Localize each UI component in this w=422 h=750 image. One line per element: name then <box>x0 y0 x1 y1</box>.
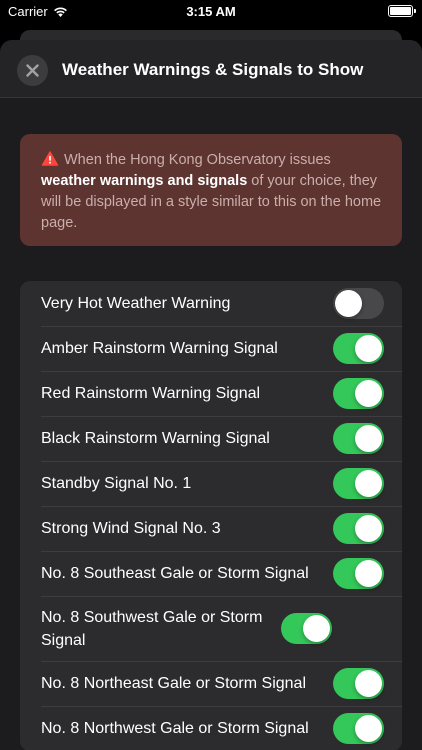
toggle-row-label: Red Rainstorm Warning Signal <box>41 385 261 402</box>
status-bar: Carrier 3:15 AM <box>0 0 422 24</box>
status-time: 3:15 AM <box>186 4 236 19</box>
toggle-switch[interactable] <box>333 713 384 744</box>
warnings-toggle-list: Very Hot Weather Warning Amber Rainstorm… <box>20 281 402 750</box>
toggle-row-red-rainstorm[interactable]: Red Rainstorm Warning Signal <box>20 371 402 416</box>
toggle-row-signal-8-southeast[interactable]: No. 8 Southeast Gale or Storm Signal <box>20 551 402 596</box>
toggle-knob <box>355 425 382 452</box>
page-title: Weather Warnings & Signals to Show <box>62 60 364 79</box>
toggle-row-label: No. 8 Northeast Gale or Storm Signal <box>41 675 307 692</box>
toggle-knob <box>355 470 382 497</box>
toggle-row-label: Strong Wind Signal No. 3 <box>41 520 221 537</box>
toggle-knob <box>355 560 382 587</box>
toggle-knob <box>355 715 382 742</box>
toggle-switch[interactable] <box>333 668 384 699</box>
toggle-switch[interactable] <box>333 378 384 409</box>
toggle-row-black-rainstorm[interactable]: Black Rainstorm Warning Signal <box>20 416 402 461</box>
toggle-row-label: Amber Rainstorm Warning Signal <box>41 340 278 357</box>
toggle-row-strong-wind-signal-3[interactable]: Strong Wind Signal No. 3 <box>20 506 402 551</box>
toggle-row-amber-rainstorm[interactable]: Amber Rainstorm Warning Signal <box>20 326 402 371</box>
toggle-switch[interactable] <box>333 513 384 544</box>
toggle-row-signal-8-southwest[interactable]: No. 8 Southwest Gale or Storm Signal <box>20 596 402 661</box>
toggle-row-label: Black Rainstorm Warning Signal <box>41 430 270 447</box>
toggle-switch[interactable] <box>333 333 384 364</box>
toggle-switch[interactable] <box>281 613 332 644</box>
toggle-switch[interactable] <box>333 558 384 589</box>
warning-icon <box>41 151 59 166</box>
toggle-row-very-hot-weather[interactable]: Very Hot Weather Warning <box>20 281 402 326</box>
toggle-knob <box>355 670 382 697</box>
info-text-emphasis: weather warnings and signals <box>41 173 248 189</box>
toggle-row-label: No. 8 Southwest Gale or Storm Signal <box>41 608 263 649</box>
modal-sheet: Weather Warnings & Signals to Show When … <box>0 40 422 750</box>
toggle-row-label: No. 8 Southeast Gale or Storm Signal <box>41 565 309 582</box>
toggle-switch[interactable] <box>333 423 384 454</box>
toggle-row-label: Standby Signal No. 1 <box>41 475 192 492</box>
nav-bar: Weather Warnings & Signals to Show <box>0 40 422 98</box>
battery-icon <box>388 5 416 17</box>
toggle-knob <box>355 515 382 542</box>
toggle-row-standby-signal-1[interactable]: Standby Signal No. 1 <box>20 461 402 506</box>
toggle-row-label: Very Hot Weather Warning <box>41 295 231 312</box>
toggle-switch[interactable] <box>333 288 384 319</box>
toggle-knob <box>335 290 362 317</box>
toggle-row-signal-8-northwest[interactable]: No. 8 Northwest Gale or Storm Signal <box>20 706 402 750</box>
toggle-row-signal-8-northeast[interactable]: No. 8 Northeast Gale or Storm Signal <box>20 661 402 706</box>
close-icon <box>26 64 39 77</box>
toggle-knob <box>355 380 382 407</box>
info-banner: When the Hong Kong Observatory issues we… <box>20 134 402 246</box>
close-button[interactable] <box>17 55 48 86</box>
toggle-row-label: No. 8 Northwest Gale or Storm Signal <box>41 720 309 737</box>
toggle-knob <box>303 615 330 642</box>
info-text: When the Hong Kong Observatory issues we… <box>41 150 382 234</box>
toggle-knob <box>355 335 382 362</box>
toggle-switch[interactable] <box>333 468 384 499</box>
info-text-intro: When the Hong Kong Observatory issues <box>64 152 331 168</box>
